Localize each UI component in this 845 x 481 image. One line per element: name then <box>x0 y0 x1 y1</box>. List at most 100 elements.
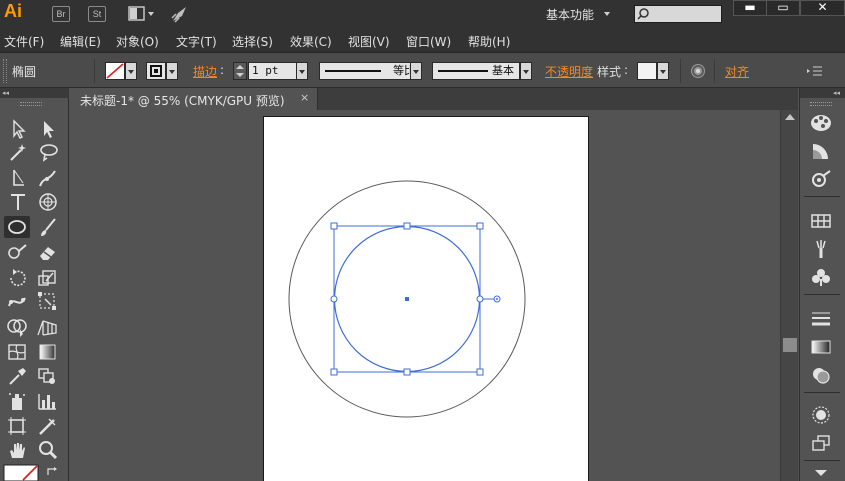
rotate-tool-icon[interactable] <box>5 267 31 289</box>
color-panel-icon[interactable] <box>809 112 833 134</box>
collapse-toolbar-button[interactable]: ◂◂ <box>0 88 69 98</box>
document-tab[interactable]: 未标题-1* @ 55% (CMYK/GPU 预览) × <box>70 88 318 110</box>
lasso-tool-icon[interactable] <box>35 141 61 163</box>
vertical-scrollbar[interactable] <box>780 110 798 481</box>
canvas[interactable] <box>70 110 780 481</box>
menu-select[interactable]: 选择(S) <box>232 33 273 50</box>
collapse-dock-button[interactable]: ◂◂ <box>800 88 845 98</box>
title-bar: Ai Br St 基本功能 ▬ ▭ ✕ <box>0 0 845 28</box>
align-link[interactable]: 对齐 <box>725 63 749 80</box>
graphic-style-dropdown[interactable] <box>657 62 669 80</box>
maximize-button[interactable]: ▭ <box>766 0 800 16</box>
swap-fill-stroke-icon[interactable] <box>45 466 59 478</box>
eyedropper-tool-icon[interactable] <box>5 365 31 387</box>
variable-width-profile[interactable]: 等比 <box>319 62 417 80</box>
selected-ellipse[interactable] <box>330 222 501 376</box>
scroll-thumb[interactable] <box>783 338 797 352</box>
slice-tool-icon[interactable] <box>35 415 61 437</box>
zoom-tool-icon[interactable] <box>35 439 61 461</box>
type-tool-icon[interactable] <box>5 191 31 213</box>
stock-button[interactable]: St <box>88 6 106 22</box>
divider <box>680 59 681 83</box>
brush-dropdown[interactable] <box>520 62 532 80</box>
free-transform-tool-icon[interactable] <box>35 290 61 312</box>
shape-builder-tool-icon[interactable] <box>5 316 31 338</box>
menu-edit[interactable]: 编辑(E) <box>60 33 101 50</box>
paintbrush-tool-icon[interactable] <box>35 216 61 238</box>
fill-stroke-swatches[interactable] <box>3 464 39 481</box>
stroke-panel-link[interactable]: 描边 <box>193 63 217 80</box>
hand-tool-icon[interactable] <box>5 439 31 461</box>
layers-panel-icon[interactable] <box>809 432 833 454</box>
selected-object-type: 椭圆 <box>12 65 37 79</box>
gradient-panel-icon[interactable] <box>809 336 833 358</box>
eraser-tool-icon[interactable] <box>35 241 61 263</box>
curvature-tool-icon[interactable] <box>35 167 61 189</box>
menu-help[interactable]: 帮助(H) <box>468 33 510 50</box>
handle-bottom-center <box>403 368 411 376</box>
handle-top-left <box>330 222 338 230</box>
opacity-link[interactable]: 不透明度 <box>545 63 593 80</box>
stroke-weight-dropdown[interactable] <box>296 62 308 80</box>
document-tab-bar: 未标题-1* @ 55% (CMYK/GPU 预览) × <box>70 88 798 110</box>
pie-widget-dot <box>496 298 498 300</box>
blend-tool-icon[interactable] <box>35 365 61 387</box>
mesh-tool-icon[interactable] <box>5 341 31 363</box>
swatches-panel-icon[interactable] <box>809 210 833 232</box>
fill-swatch[interactable] <box>105 62 125 80</box>
symbols-panel-icon[interactable] <box>809 266 833 288</box>
scroll-up-icon[interactable] <box>785 114 795 120</box>
pen-tool-icon[interactable] <box>5 167 31 189</box>
gpu-performance-icon[interactable] <box>170 4 190 24</box>
menu-window[interactable]: 窗口(W) <box>406 33 451 50</box>
close-button[interactable]: ✕ <box>800 0 845 16</box>
transparency-panel-icon[interactable] <box>809 364 833 386</box>
fill-dropdown[interactable] <box>125 62 137 80</box>
graphic-style-swatch[interactable] <box>637 62 657 80</box>
stroke-panel-icon[interactable] <box>809 308 833 330</box>
brush-definition[interactable]: 基本 <box>432 62 520 80</box>
magic-wand-tool-icon[interactable] <box>5 141 31 163</box>
appearance-panel-icon[interactable] <box>809 404 833 426</box>
stroke-dropdown[interactable] <box>166 62 178 80</box>
close-tab-button[interactable]: × <box>300 91 309 104</box>
color-guide-panel-icon[interactable] <box>809 140 833 162</box>
profile-dropdown[interactable] <box>410 62 422 80</box>
stroke-line-preview-icon <box>325 70 381 72</box>
panel-menu-icon[interactable] <box>806 65 824 77</box>
scale-tool-icon[interactable] <box>35 267 61 289</box>
minimize-button[interactable]: ▬ <box>733 0 767 16</box>
stroke-curve-panel-icon[interactable] <box>809 168 833 190</box>
workspace-switcher[interactable]: 基本功能 <box>546 6 594 23</box>
bridge-button[interactable]: Br <box>52 6 70 22</box>
handle-top-right <box>476 222 484 230</box>
menu-view[interactable]: 视图(V) <box>348 33 390 50</box>
more-panels-icon[interactable] <box>809 466 833 480</box>
ellipse-tool-icon[interactable] <box>4 216 30 238</box>
selection-tool-icon[interactable] <box>5 118 31 140</box>
puppet-warp-tool-icon[interactable] <box>5 290 31 312</box>
menu-effect[interactable]: 效果(C) <box>290 33 332 50</box>
polar-grid-tool-icon[interactable] <box>35 191 61 213</box>
shaper-tool-icon[interactable] <box>5 241 31 263</box>
brushes-panel-icon[interactable] <box>809 238 833 260</box>
chevron-down-icon[interactable] <box>604 12 610 16</box>
stroke-swatch[interactable] <box>146 62 166 80</box>
arrange-documents-icon[interactable] <box>128 6 156 22</box>
recolor-artwork-icon[interactable] <box>689 62 707 80</box>
artboard-tool-icon[interactable] <box>5 415 31 437</box>
stepper-arrows-icon <box>236 65 244 77</box>
column-graph-tool-icon[interactable] <box>35 390 61 412</box>
brush-label: 基本 <box>492 64 514 77</box>
symbol-sprayer-tool-icon[interactable] <box>5 390 31 412</box>
direct-selection-tool-icon[interactable] <box>35 118 61 140</box>
menu-type[interactable]: 文字(T) <box>176 33 217 50</box>
panel-dock: ◂◂ <box>799 88 845 481</box>
stroke-weight-stepper[interactable] <box>233 62 247 80</box>
search-input[interactable] <box>634 5 722 23</box>
divider <box>804 196 840 197</box>
menu-object[interactable]: 对象(O) <box>116 33 159 50</box>
perspective-grid-tool-icon[interactable] <box>35 316 61 338</box>
gradient-tool-icon[interactable] <box>35 341 61 363</box>
menu-file[interactable]: 文件(F) <box>4 33 44 50</box>
